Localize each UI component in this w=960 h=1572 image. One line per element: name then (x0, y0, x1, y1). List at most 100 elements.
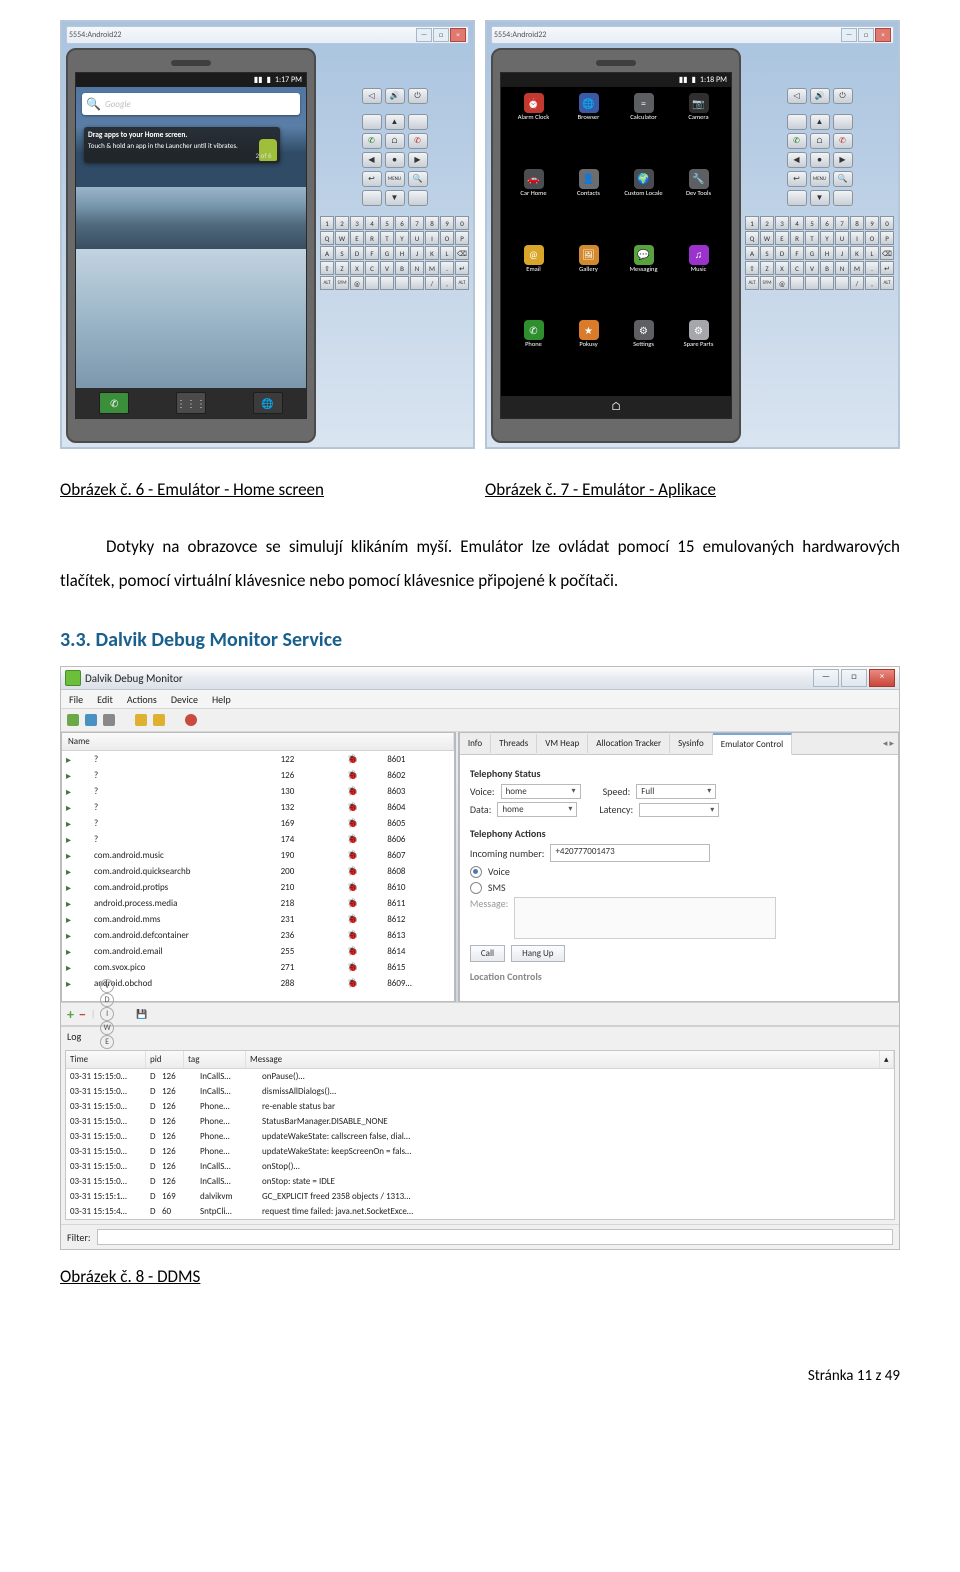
app-camera[interactable]: 📷Camera (672, 93, 725, 167)
process-row[interactable]: ▸com.android.mms231🐞8612 (62, 911, 454, 927)
dock-browser-icon[interactable]: 🌐 (253, 392, 283, 414)
app-phone[interactable]: ✆Phone (507, 320, 560, 394)
log-row[interactable]: 03-31 15:15:0…D126InCallS…onStop: state … (66, 1174, 894, 1189)
voice-select[interactable]: home▾ (501, 784, 581, 799)
key[interactable]: F (365, 246, 379, 260)
tab-bar[interactable]: InfoThreadsVM HeapAllocation TrackerSysi… (460, 733, 898, 755)
virtual-keyboard[interactable]: 1234567890QWERTYUIOPASDFGHJKL⌫⇧ZXCVBNM.↵… (320, 216, 469, 290)
log-row[interactable]: 03-31 15:15:0…D126Phone…re-enable status… (66, 1099, 894, 1114)
key[interactable]: ⌫ (880, 246, 894, 260)
tab-emulator-control[interactable]: Emulator Control (713, 733, 792, 755)
app-contacts[interactable]: 👤Contacts (562, 169, 615, 243)
key[interactable]: 3 (350, 216, 364, 230)
key[interactable]: V (380, 261, 394, 275)
data-select[interactable]: home▾ (497, 802, 577, 817)
hangup-button[interactable]: Hang Up (511, 945, 564, 962)
key[interactable]: , (865, 276, 879, 290)
dpad-ok-icon[interactable]: ● (810, 152, 830, 168)
key[interactable]: , (440, 276, 454, 290)
maximize-icon[interactable]: □ (858, 28, 874, 42)
menu-device[interactable]: Device (171, 693, 198, 706)
key[interactable]: 2 (760, 216, 774, 230)
search-bar[interactable]: 🔍 Google (82, 93, 300, 115)
end-icon[interactable]: ✆ (408, 133, 428, 149)
app-spare-parts[interactable]: ⚙Spare Parts (672, 320, 725, 394)
vol-down-icon[interactable]: ◁ (787, 88, 807, 104)
key[interactable]: A (320, 246, 334, 260)
ddms-toolbar[interactable] (61, 709, 899, 732)
log-row[interactable]: 03-31 15:15:0…D126InCallS…onPause()… (66, 1069, 894, 1084)
key[interactable]: W (335, 231, 349, 245)
key[interactable]: ⇧ (745, 261, 759, 275)
key[interactable] (410, 276, 424, 290)
key[interactable]: 4 (790, 216, 804, 230)
key[interactable]: O (865, 231, 879, 245)
dpad-up-icon[interactable]: ▲ (810, 114, 830, 130)
search-hw-icon[interactable]: 🔍 (408, 171, 428, 187)
key[interactable]: 9 (440, 216, 454, 230)
key[interactable]: 2 (335, 216, 349, 230)
back-icon[interactable]: ↩ (362, 171, 382, 187)
col-name[interactable]: Name (62, 733, 454, 750)
key[interactable]: R (790, 231, 804, 245)
key[interactable]: Z (760, 261, 774, 275)
key[interactable]: P (880, 231, 894, 245)
app-drawer[interactable]: ⏰Alarm Clock🌐Browser=Calculator📷Camera🚗C… (501, 87, 731, 418)
key[interactable]: 1 (745, 216, 759, 230)
key[interactable]: @ (350, 276, 364, 290)
col-message[interactable]: Message (246, 1051, 880, 1068)
key[interactable]: J (835, 246, 849, 260)
key[interactable]: 8 (425, 216, 439, 230)
key[interactable]: M (850, 261, 864, 275)
power-icon[interactable]: ⏻ (833, 88, 853, 104)
key[interactable]: ↵ (880, 261, 894, 275)
maximize-icon[interactable]: □ (841, 669, 867, 687)
key[interactable]: ALT (745, 276, 759, 290)
app-pokusy[interactable]: ★Pokusy (562, 320, 615, 394)
menu-file[interactable]: File (69, 693, 83, 706)
process-row[interactable]: ▸com.android.protips210🐞8610 (62, 879, 454, 895)
vol-up-icon[interactable]: 🔊 (810, 88, 830, 104)
process-row[interactable]: ▸com.android.defcontainer236🐞8613 (62, 927, 454, 943)
tab-allocation-tracker[interactable]: Allocation Tracker (588, 734, 670, 753)
key[interactable]: O (440, 231, 454, 245)
key[interactable]: L (865, 246, 879, 260)
key[interactable]: 7 (835, 216, 849, 230)
phone-screen[interactable]: ▮▮ ▮ 1:17 PM 🔍 Google Drag apps to your … (75, 72, 307, 419)
key[interactable]: T (805, 231, 819, 245)
remove-icon[interactable]: − (79, 1006, 86, 1023)
log-row[interactable]: 03-31 15:15:0…D126Phone…updateWakeState:… (66, 1129, 894, 1144)
key[interactable]: D (775, 246, 789, 260)
key[interactable]: 5 (805, 216, 819, 230)
key[interactable]: ↵ (455, 261, 469, 275)
app-alarm-clock[interactable]: ⏰Alarm Clock (507, 93, 560, 167)
menu-actions[interactable]: Actions (127, 693, 157, 706)
col-time[interactable]: Time (66, 1051, 146, 1068)
toolbar-icon[interactable] (67, 714, 79, 726)
key[interactable]: P (455, 231, 469, 245)
key[interactable]: B (395, 261, 409, 275)
key[interactable]: J (410, 246, 424, 260)
process-row[interactable]: ▸?130🐞8603 (62, 783, 454, 799)
home-icon[interactable]: ⌂ (385, 133, 405, 149)
dpad-down-icon[interactable]: ▼ (810, 190, 830, 206)
key[interactable]: / (850, 276, 864, 290)
log-row[interactable]: 03-31 15:15:0…D126Phone…StatusBarManager… (66, 1114, 894, 1129)
key[interactable]: Y (395, 231, 409, 245)
key[interactable]: B (820, 261, 834, 275)
speed-select[interactable]: Full▾ (636, 784, 716, 799)
key[interactable]: @ (775, 276, 789, 290)
process-row[interactable]: ▸?169🐞8605 (62, 815, 454, 831)
key[interactable]: 7 (410, 216, 424, 230)
key[interactable]: Y (820, 231, 834, 245)
key[interactable]: S (335, 246, 349, 260)
log-row[interactable]: 03-31 15:15:4…D60SntpCli…request time fa… (66, 1204, 894, 1219)
menu-icon[interactable]: MENU (810, 171, 830, 187)
minimize-icon[interactable]: — (416, 28, 432, 42)
home-button-icon[interactable]: ⌂ (611, 400, 622, 414)
back-icon[interactable]: ↩ (787, 171, 807, 187)
key[interactable]: N (410, 261, 424, 275)
key[interactable]: Q (320, 231, 334, 245)
col-tag[interactable]: tag (184, 1051, 246, 1068)
log-row[interactable]: 03-31 15:15:0…D126Phone…updateWakeState:… (66, 1144, 894, 1159)
